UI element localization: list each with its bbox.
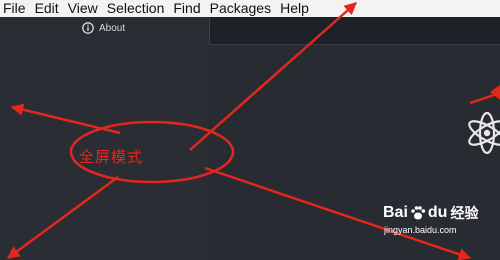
watermark-brand-right: du <box>427 204 448 221</box>
watermark-brand-suffix: 经验 <box>450 206 479 222</box>
arrow-up-right <box>189 2 357 151</box>
arrow-left <box>10 103 121 135</box>
callout-text: 全屏模式 <box>79 148 144 166</box>
watermark-url: jingyan.baidu.com <box>384 225 457 235</box>
baidu-watermark: Bai du 经验 jingyan.baidu.com <box>383 203 478 235</box>
arrow-down-left <box>6 175 119 260</box>
paw-icon <box>411 206 426 220</box>
watermark-brand-left: Bai <box>383 204 408 221</box>
